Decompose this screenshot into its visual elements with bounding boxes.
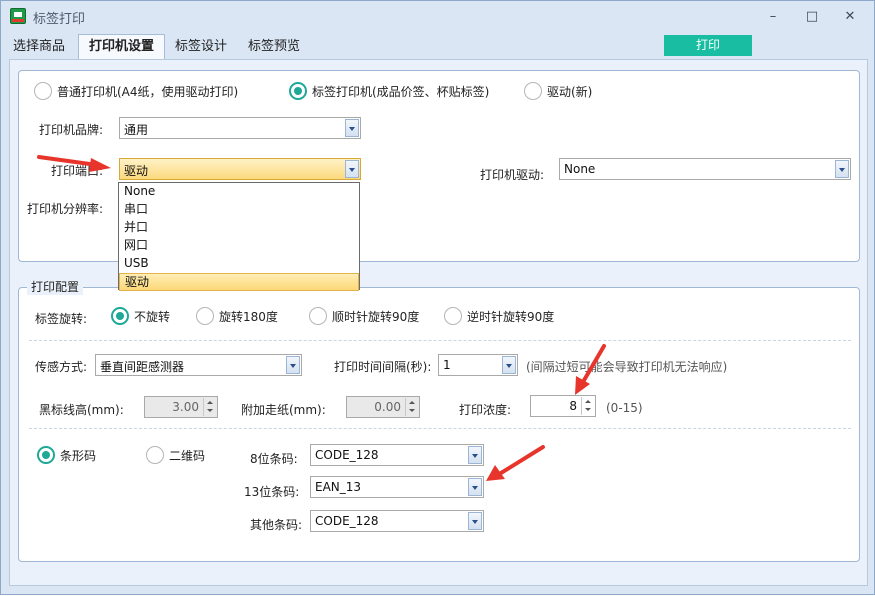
- printer-port-select[interactable]: 驱动: [119, 158, 361, 180]
- radio-circle-icon: [524, 82, 542, 100]
- printer-brand-select[interactable]: 通用: [119, 117, 361, 139]
- sensor-value: 垂直间距感测器: [100, 360, 185, 374]
- barcode8-value: CODE_128: [315, 448, 379, 462]
- chevron-down-icon[interactable]: [286, 356, 300, 374]
- black-mark-label: 黑标线高(mm):: [39, 403, 124, 417]
- rotation-label: 标签旋转:: [35, 312, 88, 326]
- radio-circle-icon: [196, 307, 214, 325]
- chevron-down-icon[interactable]: [468, 446, 482, 464]
- print-config-title: 打印配置: [27, 278, 84, 295]
- maximize-button[interactable]: □: [799, 7, 825, 27]
- chevron-down-icon[interactable]: [468, 512, 482, 530]
- chevron-down-icon[interactable]: [345, 160, 359, 178]
- radio-rotate-ccw90[interactable]: 逆时针旋转90度: [444, 307, 554, 325]
- interval-label: 打印时间间隔(秒):: [334, 360, 432, 374]
- dropdown-option-driver[interactable]: 驱动: [119, 273, 359, 291]
- printer-port-label: 打印端口:: [51, 164, 104, 178]
- radio-barcode[interactable]: 条形码: [37, 446, 96, 464]
- app-window: 标签打印 – □ ✕ 选择商品 打印机设置 标签设计 标签预览 打印 普通打印机…: [0, 0, 875, 595]
- app-logo-icon: [10, 8, 26, 24]
- radio-label-printer[interactable]: 标签打印机(成品价签、杯贴标签): [289, 82, 489, 100]
- barcode13-select[interactable]: EAN_13: [310, 476, 484, 498]
- barcode13-value: EAN_13: [315, 480, 362, 494]
- dropdown-option-serial[interactable]: 串口: [119, 201, 359, 219]
- radio-qrcode[interactable]: 二维码: [146, 446, 205, 464]
- print-button[interactable]: 打印: [664, 35, 752, 56]
- radio-label: 逆时针旋转90度: [467, 309, 555, 324]
- radio-rotate-cw90[interactable]: 顺时针旋转90度: [309, 307, 419, 325]
- title-bar: 标签打印 – □ ✕: [1, 1, 874, 33]
- radio-circle-icon: [34, 82, 52, 100]
- divider: [29, 340, 851, 341]
- tab-select-goods[interactable]: 选择商品: [6, 35, 72, 59]
- up-down-icon[interactable]: [405, 398, 418, 416]
- dropdown-option-none[interactable]: None: [119, 183, 359, 201]
- radio-circle-icon: [309, 307, 327, 325]
- printer-driver-label: 打印机驱动:: [480, 168, 545, 182]
- radio-label: 不旋转: [134, 309, 171, 324]
- density-spinner[interactable]: 8: [530, 395, 596, 417]
- radio-normal-printer[interactable]: 普通打印机(A4纸，使用驱动打印): [34, 82, 238, 100]
- chevron-down-icon[interactable]: [345, 119, 359, 137]
- chevron-down-icon[interactable]: [835, 160, 849, 178]
- dropdown-option-parallel[interactable]: 并口: [119, 219, 359, 237]
- density-label: 打印浓度:: [459, 403, 512, 417]
- barcode13-label: 13位条码:: [244, 485, 300, 499]
- black-mark-value: 3.00: [172, 400, 199, 414]
- radio-checked-icon: [111, 307, 129, 325]
- barcode-other-value: CODE_128: [315, 514, 379, 528]
- radio-label: 普通打印机(A4纸，使用驱动打印): [57, 84, 239, 99]
- tab-label-design[interactable]: 标签设计: [168, 35, 234, 59]
- close-button[interactable]: ✕: [837, 7, 863, 27]
- black-mark-spinner[interactable]: 3.00: [144, 396, 218, 418]
- printer-resolution-label: 打印机分辨率:: [27, 202, 104, 216]
- interval-select[interactable]: 1: [438, 354, 518, 376]
- window-title: 标签打印: [33, 12, 86, 27]
- barcode8-select[interactable]: CODE_128: [310, 444, 484, 466]
- radio-driver-new[interactable]: 驱动(新): [524, 82, 592, 100]
- divider: [29, 428, 851, 429]
- printer-brand-value: 通用: [124, 123, 149, 137]
- barcode8-label: 8位条码:: [250, 452, 298, 466]
- printer-settings-panel: 普通打印机(A4纸，使用驱动打印) 标签打印机(成品价签、杯贴标签) 驱动(新)…: [9, 59, 868, 586]
- chevron-down-icon[interactable]: [468, 478, 482, 496]
- dropdown-option-usb[interactable]: USB: [119, 255, 359, 273]
- extra-feed-value: 0.00: [374, 400, 401, 414]
- port-dropdown-list: None 串口 并口 网口 USB 驱动: [118, 182, 360, 291]
- radio-no-rotate[interactable]: 不旋转: [111, 307, 170, 325]
- interval-note: (间隔过短可能会导致打印机无法响应): [526, 360, 728, 374]
- up-down-icon[interactable]: [581, 397, 594, 415]
- radio-label: 顺时针旋转90度: [332, 309, 420, 324]
- radio-checked-icon: [289, 82, 307, 100]
- radio-label: 旋转180度: [219, 309, 278, 324]
- interval-value: 1: [443, 358, 451, 372]
- radio-label: 二维码: [169, 448, 206, 463]
- barcode-other-label: 其他条码:: [250, 518, 303, 532]
- radio-label: 驱动(新): [547, 84, 593, 99]
- minimize-button[interactable]: –: [760, 7, 786, 27]
- radio-label: 条形码: [60, 448, 97, 463]
- printer-port-value: 驱动: [124, 164, 149, 178]
- radio-label: 标签打印机(成品价签、杯贴标签): [312, 84, 490, 99]
- dropdown-option-network[interactable]: 网口: [119, 237, 359, 255]
- sensor-select[interactable]: 垂直间距感测器: [95, 354, 302, 376]
- barcode-other-select[interactable]: CODE_128: [310, 510, 484, 532]
- density-value: 8: [569, 399, 577, 413]
- tab-label-preview[interactable]: 标签预览: [239, 35, 309, 59]
- printer-driver-select[interactable]: None: [559, 158, 851, 180]
- chevron-down-icon[interactable]: [502, 356, 516, 374]
- tab-printer-settings[interactable]: 打印机设置: [78, 34, 165, 60]
- radio-checked-icon: [37, 446, 55, 464]
- extra-feed-spinner[interactable]: 0.00: [346, 396, 420, 418]
- extra-feed-label: 附加走纸(mm):: [241, 403, 326, 417]
- sensor-label: 传感方式:: [35, 360, 88, 374]
- printer-driver-value: None: [564, 162, 596, 176]
- printer-brand-label: 打印机品牌:: [39, 123, 104, 137]
- up-down-icon[interactable]: [203, 398, 216, 416]
- radio-circle-icon: [146, 446, 164, 464]
- radio-circle-icon: [444, 307, 462, 325]
- print-config-group: 打印配置 标签旋转: 不旋转 旋转180度 顺时针旋转90度 逆时针旋转90度 …: [18, 278, 860, 562]
- radio-rotate-180[interactable]: 旋转180度: [196, 307, 278, 325]
- density-note: (0-15): [606, 401, 643, 415]
